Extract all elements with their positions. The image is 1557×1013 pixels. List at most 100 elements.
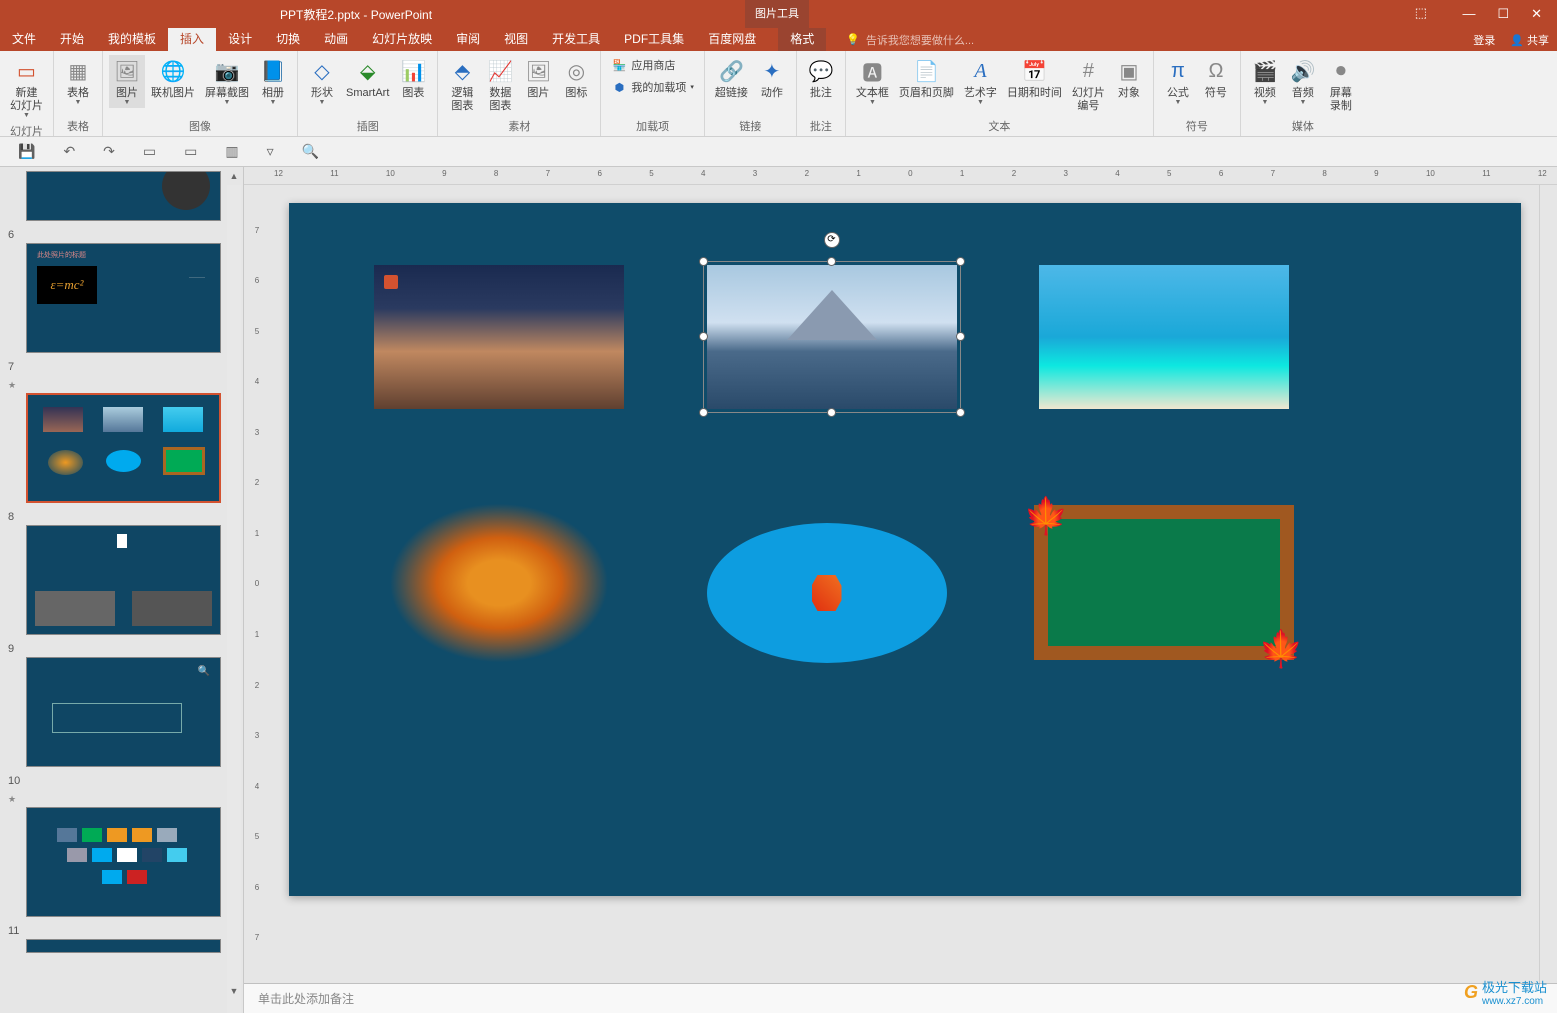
textbox-button[interactable]: 🅰 文本框 ▼: [852, 55, 893, 108]
tab-pdftools[interactable]: PDF工具集: [612, 28, 696, 51]
tab-design[interactable]: 设计: [216, 28, 264, 51]
qat-button-5[interactable]: ▭: [184, 143, 197, 160]
qat-button-4[interactable]: ▭: [143, 143, 156, 160]
audio-icon: 🔊: [1289, 57, 1317, 85]
smartart-button[interactable]: ⬙ SmartArt: [342, 55, 393, 102]
lightbulb-icon: 💡: [846, 33, 860, 46]
group-label: 素材: [444, 116, 594, 134]
data-chart-button[interactable]: 📈 数据 图表: [482, 55, 518, 115]
chevron-down-icon: ▼: [977, 99, 984, 106]
close-button[interactable]: ✕: [1531, 6, 1542, 22]
action-button[interactable]: ✦ 动作: [754, 55, 790, 102]
material-picture-button[interactable]: 🖼 图片: [520, 55, 556, 102]
document-title: PPT教程2.pptx - PowerPoint: [280, 6, 432, 23]
qat-button-8[interactable]: 🔍: [302, 143, 319, 160]
ribbon: ▭ 新建 幻灯片 ▼ 幻灯片 ▦ 表格 ▼ 表格 🖼 图片 ▼ 🌐: [0, 51, 1557, 137]
save-button[interactable]: 💾: [18, 143, 35, 160]
thumbnail-6[interactable]: 6 此处照片的标题 ε=mc² ————: [8, 229, 235, 353]
chart-button[interactable]: 📊 图表: [395, 55, 431, 102]
redo-button[interactable]: ↷: [103, 143, 115, 160]
thumbnail-5[interactable]: [8, 171, 235, 221]
undo-button[interactable]: ↶: [63, 143, 75, 160]
slide-image-oval[interactable]: [707, 523, 947, 663]
slide-canvas[interactable]: ⟳: [289, 203, 1521, 896]
tell-me-search[interactable]: 💡 告诉我您想要做什么...: [846, 32, 974, 48]
thumbnail-slide: [26, 939, 221, 953]
table-button[interactable]: ▦ 表格 ▼: [60, 55, 96, 108]
group-illustrations: ◇ 形状 ▼ ⬙ SmartArt 📊 图表 插图: [298, 51, 438, 136]
resize-handle[interactable]: [956, 332, 965, 341]
login-link[interactable]: 登录: [1473, 32, 1495, 48]
object-button[interactable]: ▣ 对象: [1111, 55, 1147, 102]
share-button[interactable]: 👤 共享: [1510, 32, 1549, 48]
thumbnail-10[interactable]: 10 ★: [8, 775, 235, 917]
screenshot-button[interactable]: 📷 屏幕截图 ▼: [201, 55, 253, 108]
resize-handle[interactable]: [956, 408, 965, 417]
tab-home[interactable]: 开始: [48, 28, 96, 51]
tab-slideshow[interactable]: 幻灯片放映: [360, 28, 444, 51]
comment-button[interactable]: 💬 批注: [803, 55, 839, 102]
resize-handle[interactable]: [699, 408, 708, 417]
tab-animations[interactable]: 动画: [312, 28, 360, 51]
equation-button[interactable]: π 公式 ▼: [1160, 55, 1196, 108]
picture-button[interactable]: 🖼 图片 ▼: [109, 55, 145, 108]
video-button[interactable]: 🎬 视频 ▼: [1247, 55, 1283, 108]
notes-pane[interactable]: 单击此处添加备注: [244, 983, 1557, 1013]
minimize-button[interactable]: —: [1462, 6, 1475, 22]
editor-scrollbar[interactable]: [1539, 185, 1557, 983]
tab-insert[interactable]: 插入: [168, 28, 216, 51]
header-footer-button[interactable]: 📄 页眉和页脚: [895, 55, 958, 102]
thumbnail-9[interactable]: 9 🔍: [8, 643, 235, 767]
group-label: 链接: [711, 116, 790, 134]
new-slide-button[interactable]: ▭ 新建 幻灯片 ▼: [6, 55, 47, 121]
animation-star-icon: ★: [8, 380, 16, 390]
tab-review[interactable]: 审阅: [444, 28, 492, 51]
slide-number-button[interactable]: # 幻灯片 编号: [1068, 55, 1109, 115]
qat-button-6[interactable]: ▥: [225, 143, 238, 160]
slide-image-beach[interactable]: [1039, 265, 1289, 409]
addins-icon: ⬢: [611, 79, 627, 95]
context-tab-group: 图片工具: [745, 0, 809, 28]
store-button[interactable]: 🏪 应用商店: [607, 55, 698, 75]
tell-me-placeholder: 告诉我您想要做什么...: [866, 32, 974, 48]
tab-developer[interactable]: 开发工具: [540, 28, 612, 51]
tab-view[interactable]: 视图: [492, 28, 540, 51]
my-addins-button[interactable]: ⬢ 我的加载项 ▾: [607, 77, 698, 97]
tab-format[interactable]: 格式: [778, 28, 826, 51]
chevron-down-icon: ▼: [224, 99, 231, 106]
maximize-button[interactable]: ☐: [1497, 6, 1509, 22]
tab-file[interactable]: 文件: [0, 28, 48, 51]
resize-handle[interactable]: [956, 257, 965, 266]
symbol-button[interactable]: Ω 符号: [1198, 55, 1234, 102]
logic-chart-button[interactable]: ⬘ 逻辑 图表: [444, 55, 480, 115]
wordart-button[interactable]: A 艺术字 ▼: [960, 55, 1001, 108]
group-label: 媒体: [1247, 116, 1359, 134]
datetime-button[interactable]: 📅 日期和时间: [1003, 55, 1066, 102]
slide-image-leaf[interactable]: [389, 503, 609, 663]
tab-baidu[interactable]: 百度网盘: [696, 28, 768, 51]
icon-button[interactable]: ◎ 图标: [558, 55, 594, 102]
album-button[interactable]: 📘 相册 ▼: [255, 55, 291, 108]
resize-handle[interactable]: [827, 408, 836, 417]
shapes-button[interactable]: ◇ 形状 ▼: [304, 55, 340, 108]
table-icon: ▦: [64, 57, 92, 85]
slide-image-chalkboard[interactable]: [1034, 505, 1294, 660]
thumbnails-scrollbar[interactable]: ▲ ▼: [227, 171, 241, 1000]
audio-button[interactable]: 🔊 音频 ▼: [1285, 55, 1321, 108]
group-label: 批注: [803, 116, 839, 134]
rotation-handle[interactable]: ⟳: [824, 232, 840, 248]
screen-recording-button[interactable]: ⏺ 屏幕 录制: [1323, 55, 1359, 115]
new-slide-icon: ▭: [13, 57, 41, 85]
tab-transitions[interactable]: 切换: [264, 28, 312, 51]
picture-icon: 🖼: [524, 57, 552, 85]
tab-mytemplates[interactable]: 我的模板: [96, 28, 168, 51]
slide-image-mountain-selected[interactable]: [707, 265, 957, 409]
slide-image-city[interactable]: [374, 265, 624, 409]
hyperlink-button[interactable]: 🔗 超链接: [711, 55, 752, 102]
qat-button-7[interactable]: ▿: [267, 143, 274, 160]
thumbnail-7[interactable]: 7 ★: [8, 361, 235, 503]
thumbnail-8[interactable]: 8: [8, 511, 235, 635]
online-picture-button[interactable]: 🌐 联机图片: [147, 55, 199, 102]
ribbon-display-options-icon[interactable]: ⬚: [1415, 5, 1427, 21]
thumbnail-11[interactable]: 11: [8, 925, 235, 953]
